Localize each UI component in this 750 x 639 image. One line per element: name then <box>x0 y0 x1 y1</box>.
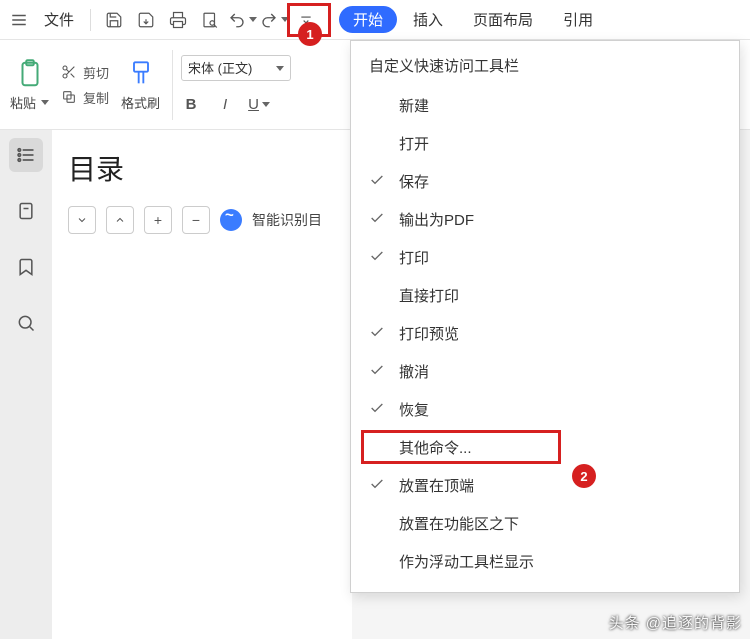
outline-expand-button[interactable] <box>106 206 134 234</box>
menu-item-place-below-ribbon[interactable]: 放置在功能区之下 <box>351 504 739 542</box>
menu-item-more-commands[interactable]: 其他命令... <box>351 428 739 466</box>
tab-insert[interactable]: 插入 <box>399 6 457 33</box>
italic-button[interactable]: I <box>215 95 235 115</box>
outline-collapse-button[interactable] <box>68 206 96 234</box>
menu-item-print-preview[interactable]: 打印预览 <box>351 314 739 352</box>
check-icon <box>369 476 385 492</box>
check-icon <box>369 248 385 264</box>
menu-item-open[interactable]: 打开 <box>351 124 739 162</box>
print-preview-icon[interactable] <box>195 5 225 35</box>
check-icon <box>369 362 385 378</box>
paste-label: 粘贴 <box>10 93 49 112</box>
annotation-badge-2: 2 <box>572 464 596 488</box>
watermark: 头条 @追逐的背影 <box>609 612 742 633</box>
menu-item-new[interactable]: 新建 <box>351 86 739 124</box>
cut-label: 剪切 <box>83 63 109 82</box>
tab-references[interactable]: 引用 <box>549 6 607 33</box>
underline-button[interactable]: U <box>249 95 269 115</box>
menu-item-undo[interactable]: 撤消 <box>351 352 739 390</box>
left-nav-strip <box>0 130 52 639</box>
copy-label: 复制 <box>83 88 109 107</box>
outline-remove-button[interactable]: − <box>182 206 210 234</box>
print-icon[interactable] <box>163 5 193 35</box>
bold-button[interactable]: B <box>181 95 201 115</box>
save-icon[interactable] <box>99 5 129 35</box>
bookmark-nav-button[interactable] <box>9 250 43 284</box>
tab-home[interactable]: 开始 <box>339 6 397 33</box>
copy-icon <box>61 89 77 105</box>
menu-item-redo[interactable]: 恢复 <box>351 390 739 428</box>
outline-toolbar: + − 智能识别目 <box>68 206 336 234</box>
format-painter-label: 格式刷 <box>121 93 160 112</box>
tab-page-layout[interactable]: 页面布局 <box>459 6 547 33</box>
menu-header: 自定义快速访问工具栏 <box>351 45 739 86</box>
save-as-icon[interactable] <box>131 5 161 35</box>
menu-item-floating-toolbar[interactable]: 作为浮动工具栏显示 <box>351 542 739 580</box>
cut-button[interactable]: 剪切 <box>61 63 109 82</box>
chevron-down-icon <box>273 60 284 75</box>
list-icon <box>16 145 36 165</box>
menu-item-print[interactable]: 打印 <box>351 238 739 276</box>
smart-recognize-label[interactable]: 智能识别目 <box>252 210 322 230</box>
check-icon <box>369 172 385 188</box>
format-painter-icon <box>127 57 155 91</box>
search-nav-button[interactable] <box>9 306 43 340</box>
outline-nav-button[interactable] <box>9 138 43 172</box>
clipboard-icon <box>15 57 45 91</box>
hamburger-icon[interactable] <box>4 5 34 35</box>
smart-recognize-icon <box>220 209 242 231</box>
bookmark-icon <box>16 257 36 277</box>
check-icon <box>369 210 385 226</box>
font-name-select[interactable]: 宋体 (正文) <box>181 55 291 81</box>
check-icon <box>369 400 385 416</box>
paste-group[interactable]: 粘贴 <box>6 57 53 112</box>
outline-panel: 目录 + − 智能识别目 <box>52 130 352 639</box>
format-painter-button[interactable]: 格式刷 <box>117 57 164 112</box>
annotation-badge-1: 1 <box>298 22 322 46</box>
menu-item-direct-print[interactable]: 直接打印 <box>351 276 739 314</box>
file-menu[interactable]: 文件 <box>36 9 82 30</box>
page-icon <box>16 201 36 221</box>
check-icon <box>369 324 385 340</box>
scissors-icon <box>61 64 77 80</box>
search-icon <box>16 313 36 333</box>
menu-item-export-pdf[interactable]: 输出为PDF <box>351 200 739 238</box>
redo-icon[interactable] <box>259 5 289 35</box>
menu-item-place-top[interactable]: 放置在顶端 <box>351 466 739 504</box>
undo-icon[interactable] <box>227 5 257 35</box>
outline-add-button[interactable]: + <box>144 206 172 234</box>
quick-access-toolbar: 文件 开始 插入 页面布局 引用 <box>0 0 750 40</box>
page-nav-button[interactable] <box>9 194 43 228</box>
menu-item-save[interactable]: 保存 <box>351 162 739 200</box>
outline-title: 目录 <box>68 148 336 188</box>
ribbon-divider <box>172 50 173 120</box>
customize-qat-menu: 自定义快速访问工具栏 新建 打开 保存 输出为PDF 打印 直接打印 打印预览 … <box>350 40 740 593</box>
font-name-value: 宋体 (正文) <box>188 58 252 77</box>
copy-button[interactable]: 复制 <box>61 88 109 107</box>
